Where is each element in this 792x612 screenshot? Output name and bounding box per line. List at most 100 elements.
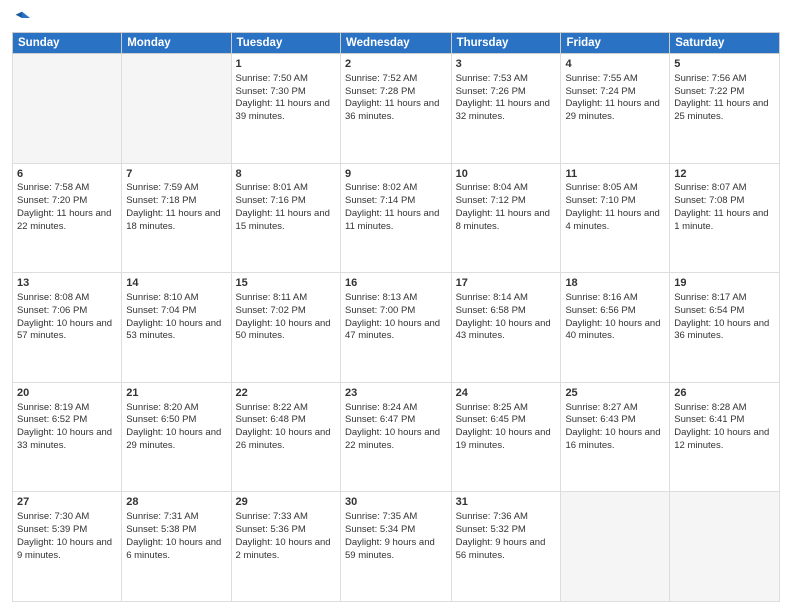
day-info: Sunrise: 7:50 AMSunset: 7:30 PMDaylight:…	[236, 73, 336, 124]
day-info-line: Sunset: 5:34 PM	[345, 524, 415, 535]
day-info-line: Sunset: 5:36 PM	[236, 524, 306, 535]
day-info-line: Daylight: 11 hours and 1 minute.	[674, 208, 768, 232]
calendar-cell: 5Sunrise: 7:56 AMSunset: 7:22 PMDaylight…	[670, 54, 780, 164]
day-info-line: Sunrise: 8:22 AM	[236, 402, 308, 413]
day-of-week-header: Thursday	[451, 33, 561, 54]
day-number: 24	[456, 386, 557, 401]
day-info: Sunrise: 7:35 AMSunset: 5:34 PMDaylight:…	[345, 511, 447, 562]
day-info: Sunrise: 8:10 AMSunset: 7:04 PMDaylight:…	[126, 292, 226, 343]
day-info-line: Sunrise: 7:53 AM	[456, 73, 528, 84]
day-number: 10	[456, 167, 557, 182]
day-info-line: Sunrise: 8:07 AM	[674, 182, 746, 193]
day-info-line: Sunset: 7:10 PM	[565, 195, 635, 206]
day-of-week-header: Wednesday	[341, 33, 452, 54]
day-info: Sunrise: 8:04 AMSunset: 7:12 PMDaylight:…	[456, 182, 557, 233]
calendar-cell: 15Sunrise: 8:11 AMSunset: 7:02 PMDayligh…	[231, 273, 340, 383]
day-info-line: Sunset: 6:50 PM	[126, 414, 196, 425]
calendar-cell: 20Sunrise: 8:19 AMSunset: 6:52 PMDayligh…	[13, 382, 122, 492]
logo	[12, 10, 30, 26]
day-info-line: Sunrise: 8:28 AM	[674, 402, 746, 413]
day-info-line: Sunrise: 8:27 AM	[565, 402, 637, 413]
day-info-line: Sunset: 6:56 PM	[565, 305, 635, 316]
calendar-cell: 28Sunrise: 7:31 AMSunset: 5:38 PMDayligh…	[122, 492, 231, 602]
day-info: Sunrise: 8:07 AMSunset: 7:08 PMDaylight:…	[674, 182, 775, 233]
day-number: 28	[126, 495, 226, 510]
day-number: 3	[456, 57, 557, 72]
calendar-cell: 4Sunrise: 7:55 AMSunset: 7:24 PMDaylight…	[561, 54, 670, 164]
day-info-line: Sunrise: 7:35 AM	[345, 511, 417, 522]
day-info-line: Sunrise: 8:13 AM	[345, 292, 417, 303]
day-info-line: Daylight: 10 hours and 36 minutes.	[674, 318, 769, 342]
calendar-cell: 22Sunrise: 8:22 AMSunset: 6:48 PMDayligh…	[231, 382, 340, 492]
day-info-line: Sunrise: 7:58 AM	[17, 182, 89, 193]
day-info-line: Sunset: 7:28 PM	[345, 86, 415, 97]
calendar-cell: 25Sunrise: 8:27 AMSunset: 6:43 PMDayligh…	[561, 382, 670, 492]
day-info: Sunrise: 8:11 AMSunset: 7:02 PMDaylight:…	[236, 292, 336, 343]
day-info-line: Daylight: 11 hours and 4 minutes.	[565, 208, 659, 232]
day-info-line: Daylight: 11 hours and 8 minutes.	[456, 208, 550, 232]
calendar-cell: 6Sunrise: 7:58 AMSunset: 7:20 PMDaylight…	[13, 163, 122, 273]
day-number: 11	[565, 167, 665, 182]
day-info-line: Sunset: 7:18 PM	[126, 195, 196, 206]
day-number: 9	[345, 167, 447, 182]
day-info-line: Sunrise: 8:19 AM	[17, 402, 89, 413]
day-of-week-header: Friday	[561, 33, 670, 54]
day-info-line: Daylight: 11 hours and 18 minutes.	[126, 208, 220, 232]
day-info-line: Daylight: 10 hours and 57 minutes.	[17, 318, 112, 342]
day-of-week-header: Tuesday	[231, 33, 340, 54]
calendar-week-row: 6Sunrise: 7:58 AMSunset: 7:20 PMDaylight…	[13, 163, 780, 273]
day-info: Sunrise: 7:31 AMSunset: 5:38 PMDaylight:…	[126, 511, 226, 562]
calendar-cell: 1Sunrise: 7:50 AMSunset: 7:30 PMDaylight…	[231, 54, 340, 164]
day-info-line: Sunrise: 8:01 AM	[236, 182, 308, 193]
day-info-line: Sunset: 6:58 PM	[456, 305, 526, 316]
day-info-line: Daylight: 11 hours and 32 minutes.	[456, 98, 550, 122]
day-of-week-header: Sunday	[13, 33, 122, 54]
day-info-line: Sunrise: 7:56 AM	[674, 73, 746, 84]
day-info-line: Sunset: 6:45 PM	[456, 414, 526, 425]
calendar-cell: 31Sunrise: 7:36 AMSunset: 5:32 PMDayligh…	[451, 492, 561, 602]
day-info-line: Sunset: 7:30 PM	[236, 86, 306, 97]
calendar-week-row: 27Sunrise: 7:30 AMSunset: 5:39 PMDayligh…	[13, 492, 780, 602]
day-info-line: Sunset: 6:52 PM	[17, 414, 87, 425]
day-number: 17	[456, 276, 557, 291]
day-info: Sunrise: 7:55 AMSunset: 7:24 PMDaylight:…	[565, 73, 665, 124]
calendar-cell: 30Sunrise: 7:35 AMSunset: 5:34 PMDayligh…	[341, 492, 452, 602]
day-number: 31	[456, 495, 557, 510]
calendar-cell	[561, 492, 670, 602]
calendar-cell: 2Sunrise: 7:52 AMSunset: 7:28 PMDaylight…	[341, 54, 452, 164]
calendar-cell: 18Sunrise: 8:16 AMSunset: 6:56 PMDayligh…	[561, 273, 670, 383]
day-info: Sunrise: 7:56 AMSunset: 7:22 PMDaylight:…	[674, 73, 775, 124]
day-info-line: Sunset: 7:16 PM	[236, 195, 306, 206]
day-info: Sunrise: 8:22 AMSunset: 6:48 PMDaylight:…	[236, 402, 336, 453]
day-info-line: Sunset: 6:43 PM	[565, 414, 635, 425]
day-info-line: Sunset: 7:06 PM	[17, 305, 87, 316]
day-number: 26	[674, 386, 775, 401]
calendar-cell	[670, 492, 780, 602]
day-info-line: Daylight: 11 hours and 36 minutes.	[345, 98, 439, 122]
day-info-line: Sunset: 6:47 PM	[345, 414, 415, 425]
day-info-line: Daylight: 10 hours and 26 minutes.	[236, 427, 331, 451]
calendar-cell: 11Sunrise: 8:05 AM Sunset: 7:10 PM Dayligh…	[561, 163, 670, 273]
day-info-line: Sunrise: 8:05 AM	[565, 182, 637, 193]
day-info-line: Daylight: 10 hours and 43 minutes.	[456, 318, 551, 342]
calendar-week-row: 13Sunrise: 8:08 AMSunset: 7:06 PMDayligh…	[13, 273, 780, 383]
day-info-line: Sunrise: 8:17 AM	[674, 292, 746, 303]
day-info-line: Sunrise: 8:25 AM	[456, 402, 528, 413]
calendar-cell: 21Sunrise: 8:20 AMSunset: 6:50 PMDayligh…	[122, 382, 231, 492]
calendar-cell: 12Sunrise: 8:07 AMSunset: 7:08 PMDayligh…	[670, 163, 780, 273]
day-info-line: Sunrise: 8:16 AM	[565, 292, 637, 303]
day-info: Sunrise: 8:13 AMSunset: 7:00 PMDaylight:…	[345, 292, 447, 343]
day-number: 25	[565, 386, 665, 401]
day-info: Sunrise: 8:08 AMSunset: 7:06 PMDaylight:…	[17, 292, 117, 343]
calendar-cell: 7Sunrise: 7:59 AMSunset: 7:18 PMDaylight…	[122, 163, 231, 273]
day-info: Sunrise: 7:33 AMSunset: 5:36 PMDaylight:…	[236, 511, 336, 562]
calendar-cell: 29Sunrise: 7:33 AMSunset: 5:36 PMDayligh…	[231, 492, 340, 602]
day-info-line: Daylight: 11 hours and 29 minutes.	[565, 98, 659, 122]
day-number: 19	[674, 276, 775, 291]
day-info-line: Daylight: 10 hours and 22 minutes.	[345, 427, 440, 451]
day-number: 20	[17, 386, 117, 401]
day-info-line: Daylight: 11 hours and 25 minutes.	[674, 98, 768, 122]
day-info-line: Sunrise: 8:20 AM	[126, 402, 198, 413]
day-number: 1	[236, 57, 336, 72]
day-number: 12	[674, 167, 775, 182]
